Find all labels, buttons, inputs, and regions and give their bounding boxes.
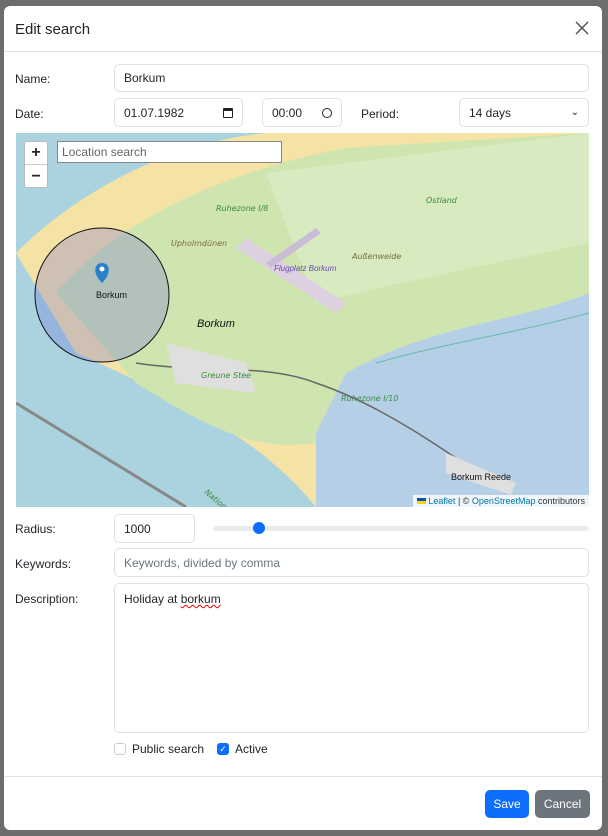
checkbox-checked-icon[interactable]: ✓ (217, 743, 229, 755)
cancel-button[interactable]: Cancel (535, 790, 590, 818)
checkbox-unchecked-icon[interactable] (114, 743, 126, 755)
map-label: Flugplatz Borkum (274, 264, 337, 273)
name-label: Name: (15, 72, 51, 86)
period-value: 14 days (469, 105, 512, 120)
radius-input[interactable]: 1000 (114, 514, 195, 543)
public-search-checkbox[interactable]: Public search (114, 742, 204, 756)
map-label: Außenweide (351, 252, 401, 261)
active-checkbox[interactable]: ✓ Active (217, 742, 268, 756)
zoom-in-button[interactable]: + (25, 142, 47, 165)
clock-icon[interactable] (322, 107, 332, 118)
attribution-contrib: contributors (535, 496, 585, 506)
radius-value: 1000 (124, 521, 151, 536)
osm-link[interactable]: OpenStreetMap (472, 496, 536, 506)
leaflet-link[interactable]: Leaflet (428, 496, 455, 506)
map-label: Borkum Reede (451, 472, 511, 482)
period-select[interactable]: 14 days ⌄ (459, 98, 589, 127)
name-value: Borkum (124, 71, 166, 85)
time-input[interactable]: 00:00 (262, 98, 342, 127)
description-text: Holiday at (124, 592, 181, 606)
map-label: Ruhezone I/8 (216, 204, 268, 213)
modal-title: Edit search (15, 21, 91, 38)
close-icon[interactable] (572, 18, 592, 38)
map-label: Ostland (426, 196, 458, 205)
public-search-label: Public search (132, 742, 205, 756)
footer-divider (4, 776, 602, 777)
keywords-label: Keywords: (15, 557, 72, 571)
chevron-down-icon: ⌄ (570, 107, 579, 118)
map-label: Borkum (197, 318, 235, 330)
date-value: 01.07.1982 (124, 105, 185, 120)
map-label: Ruhezone I/10 (341, 394, 398, 403)
map-attribution: Leaflet | © OpenStreetMap contributors (412, 495, 589, 507)
modal-header: Edit search (4, 6, 602, 52)
keywords-input[interactable]: Keywords, divided by comma (114, 548, 589, 577)
map-label: Upholmdünen (171, 239, 227, 248)
date-input[interactable]: 01.07.1982 (114, 98, 243, 127)
keywords-placeholder: Keywords, divided by comma (124, 555, 281, 570)
edit-search-modal: Edit search Name: Borkum Date: 01.07.198… (4, 6, 602, 830)
map[interactable]: Ruhezone I/8 Ostland Greune Stee Ruhezon… (16, 133, 589, 507)
date-label: Date: (15, 107, 44, 121)
zoom-control: + − (24, 141, 48, 188)
radius-slider[interactable] (213, 522, 589, 534)
description-misspelled-word: borkum (180, 592, 221, 606)
zoom-out-button[interactable]: − (25, 165, 47, 188)
name-input[interactable]: Borkum (114, 64, 589, 92)
period-label: Period: (361, 107, 400, 121)
location-search-placeholder: Location search (62, 145, 147, 159)
calendar-icon[interactable] (223, 107, 233, 118)
description-textarea[interactable]: Holiday at borkum (114, 583, 589, 733)
radius-label: Radius: (15, 522, 56, 536)
save-button[interactable]: Save (485, 790, 529, 818)
time-value: 00:00 (272, 105, 303, 120)
ukraine-flag-icon (416, 498, 426, 504)
active-label: Active (235, 742, 268, 756)
map-label: Greune Stee (201, 371, 251, 380)
location-search-input[interactable]: Location search (57, 141, 282, 163)
radius-slider-thumb[interactable] (253, 522, 266, 534)
description-label: Description: (15, 592, 79, 606)
map-label: Borkum (96, 290, 127, 300)
attribution-sep: | © (455, 496, 472, 506)
map-tiles: Ruhezone I/8 Ostland Greune Stee Ruhezon… (16, 133, 589, 507)
